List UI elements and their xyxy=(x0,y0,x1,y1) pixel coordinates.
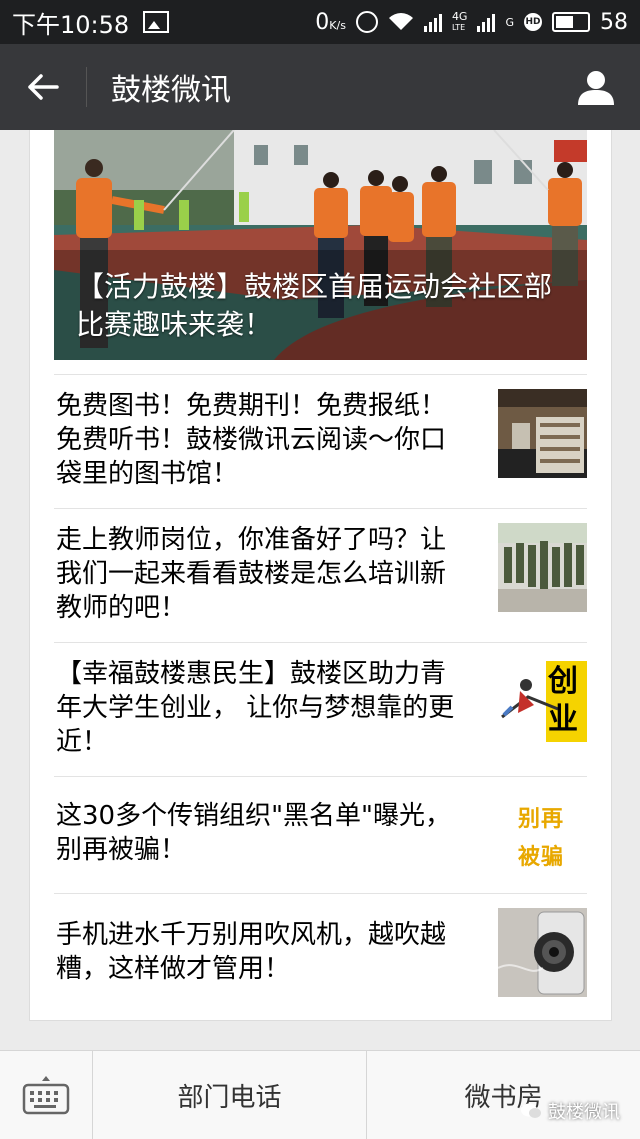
status-right: 0K/s 4G LTE G HD 58 xyxy=(315,10,628,35)
article-thumbnail-training xyxy=(498,523,587,612)
wechat-icon xyxy=(521,1103,541,1118)
article-thumbnail-warning: 别再被骗 xyxy=(498,791,587,880)
signal-icon-1 xyxy=(423,12,442,32)
network-type-1-label: 4G xyxy=(451,10,468,23)
nav-bar: 鼓楼微讯 xyxy=(0,44,640,130)
back-button[interactable] xyxy=(0,44,86,130)
network-speed: 0K/s xyxy=(315,10,346,35)
hero-caption: 【活力鼓楼】鼓楼区首届运动会社区部比赛趣味来袭！ xyxy=(76,270,553,341)
article-thumbnail-phone xyxy=(498,908,587,997)
nav-divider xyxy=(86,67,87,107)
profile-button[interactable] xyxy=(576,67,616,107)
menu-department-phone[interactable]: 部门电话 xyxy=(93,1051,366,1139)
keyboard-toggle-button[interactable] xyxy=(0,1051,93,1139)
page-title: 鼓楼微讯 xyxy=(111,73,231,108)
signal-icon-2 xyxy=(477,12,496,32)
article-title: 【幸福鼓楼惠民生】鼓楼区助力青年大学生创业， 让你与梦想靠的更近！ xyxy=(56,659,455,757)
gallery-icon xyxy=(143,11,170,33)
article-thumbnail-library xyxy=(498,389,587,478)
status-time: 下午10:58 xyxy=(12,5,170,40)
network-speed-unit: K/s xyxy=(329,18,346,32)
network-speed-value: 0 xyxy=(315,9,330,35)
hd-icon: HD xyxy=(524,13,542,31)
keyboard-icon xyxy=(22,1076,70,1115)
wifi-icon xyxy=(388,13,413,30)
warning-thumb-text: 别再被骗 xyxy=(518,807,565,870)
battery-level: 58 xyxy=(600,9,628,35)
status-bar: 下午10:58 0K/s 4G LTE G HD 58 xyxy=(0,0,640,44)
startup-thumb-text: 创业 xyxy=(548,664,578,737)
watermark-text: 鼓楼微讯 xyxy=(548,1102,620,1123)
article-title: 这30多个传销组织"黑名单"曝光，别再被骗！ xyxy=(56,801,452,865)
list-item-mlm-warning[interactable]: 这30多个传销组织"黑名单"曝光，别再被骗！ 别再被骗 xyxy=(54,776,587,894)
article-title: 免费图书！免费期刊！免费报纸！免费听书！鼓楼微讯云阅读～你口袋里的图书馆！ xyxy=(56,391,447,489)
alarm-icon xyxy=(355,11,378,33)
bottom-menu-bar: 部门电话 微书房 xyxy=(0,1050,640,1139)
article-title: 手机进水千万别用吹风机，越吹越糟，这样做才管用！ xyxy=(56,920,447,984)
article-title: 走上教师岗位，你准备好了吗？让我们一起来看看鼓楼是怎么培训新教师的吧！ xyxy=(56,525,447,623)
network-type-2: G xyxy=(505,15,514,29)
article-card: 【活力鼓楼】鼓楼区首届运动会社区部比赛趣味来袭！ 免费图书！免费期刊！免费报纸！… xyxy=(29,130,612,1021)
list-item-startup[interactable]: 【幸福鼓楼惠民生】鼓楼区助力青年大学生创业， 让你与梦想靠的更近！ 创业 xyxy=(54,642,587,777)
list-item-phone-water[interactable]: 手机进水千万别用吹风机，越吹越糟，这样做才管用！ xyxy=(54,893,587,1020)
back-arrow-icon xyxy=(28,74,59,100)
hero-article[interactable]: 【活力鼓楼】鼓楼区首届运动会社区部比赛趣味来袭！ xyxy=(54,130,587,360)
network-type-1: 4G LTE xyxy=(452,11,468,33)
battery-icon xyxy=(552,12,590,32)
list-item-library[interactable]: 免费图书！免费期刊！免费报纸！免费听书！鼓楼微讯云阅读～你口袋里的图书馆！ xyxy=(54,374,587,509)
network-type-1-sub: LTE xyxy=(451,23,466,32)
watermark: 鼓楼微讯 xyxy=(520,1098,620,1124)
list-item-teacher-training[interactable]: 走上教师岗位，你准备好了吗？让我们一起来看看鼓楼是怎么培训新教师的吧！ xyxy=(54,508,587,643)
article-thumbnail-startup: 创业 xyxy=(498,657,587,746)
status-time-text: 下午10:58 xyxy=(12,10,130,39)
menu-micro-bookstore[interactable]: 微书房 xyxy=(366,1051,640,1139)
